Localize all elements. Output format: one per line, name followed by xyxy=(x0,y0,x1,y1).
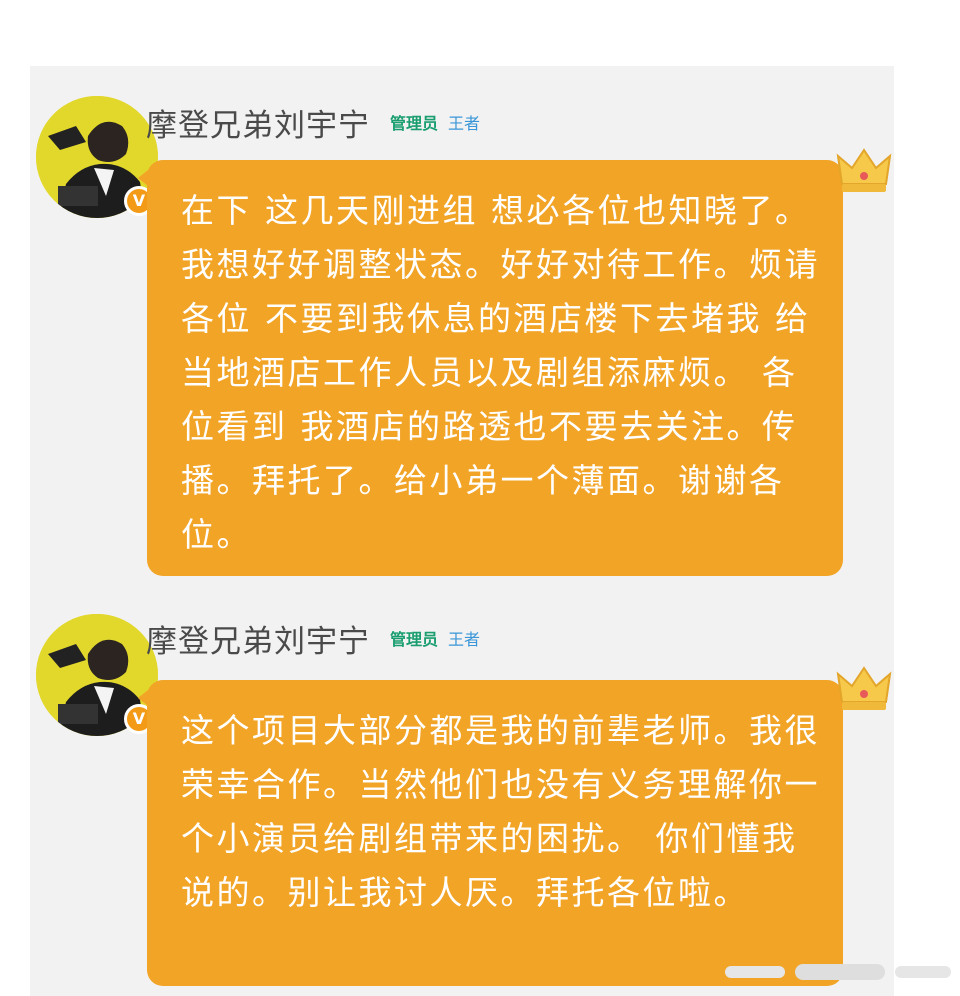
role-tag: 管理员 xyxy=(390,630,439,649)
role-tag: 管理员 xyxy=(390,114,439,133)
watermark-graphic xyxy=(725,964,951,980)
message-text: 在下 这几天刚进组 想必各位也知晓了。 我想好好调整状态。好好对待工作。烦请各位… xyxy=(181,191,820,554)
message-bubble[interactable]: 在下 这几天刚进组 想必各位也知晓了。 我想好好调整状态。好好对待工作。烦请各位… xyxy=(138,160,843,576)
crown-icon xyxy=(836,666,892,710)
rank-tag: 王者 xyxy=(448,630,481,649)
username[interactable]: 摩登兄弟刘宇宁 xyxy=(146,100,370,145)
crown-icon xyxy=(836,148,892,192)
message-header: 摩登兄弟刘宇宁 管理员 王者 xyxy=(146,616,481,661)
rank-tag: 王者 xyxy=(448,114,481,133)
message-header: 摩登兄弟刘宇宁 管理员 王者 xyxy=(146,100,481,145)
message-text: 这个项目大部分都是我的前辈老师。我很荣幸合作。当然他们也没有义务理解你一个小演员… xyxy=(181,711,820,912)
message-bubble[interactable]: 这个项目大部分都是我的前辈老师。我很荣幸合作。当然他们也没有义务理解你一个小演员… xyxy=(138,680,843,986)
username[interactable]: 摩登兄弟刘宇宁 xyxy=(146,616,370,661)
